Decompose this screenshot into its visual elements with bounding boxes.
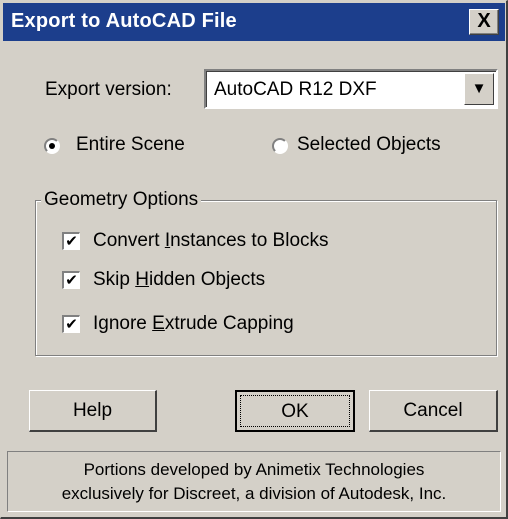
credits-panel: Portions developed by Animetix Technolog…	[7, 451, 501, 512]
checkmark-icon: ✔	[65, 233, 78, 250]
radio-entire-scene-label[interactable]: Entire Scene	[76, 134, 185, 156]
label-part: Convert	[93, 230, 165, 251]
label-part: xtrude Capping	[164, 313, 294, 334]
export-autocad-dialog: Export to AutoCAD File X Export version:…	[0, 0, 508, 519]
ignore-extrude-label[interactable]: Ignore Extrude Capping	[93, 313, 294, 335]
close-icon: X	[477, 10, 491, 32]
help-button[interactable]: Help	[29, 390, 157, 432]
export-version-select[interactable]: AutoCAD R12 DXF ▼	[204, 69, 498, 109]
convert-instances-label[interactable]: Convert Instances to Blocks	[93, 230, 329, 252]
title-bar[interactable]: Export to AutoCAD File X	[3, 3, 505, 41]
convert-instances-checkbox[interactable]: ✔	[62, 232, 80, 250]
window-title: Export to AutoCAD File	[11, 10, 237, 32]
ignore-extrude-checkbox[interactable]: ✔	[62, 315, 80, 333]
export-version-value: AutoCAD R12 DXF	[214, 79, 377, 100]
mnemonic: E	[152, 313, 165, 334]
checkmark-icon: ✔	[65, 316, 78, 333]
export-version-label: Export version:	[45, 79, 172, 100]
credits-line-1: Portions developed by Animetix Technolog…	[83, 460, 425, 479]
checkmark-icon: ✔	[65, 272, 78, 289]
label-part: nstances to Blocks	[170, 230, 329, 251]
label-part: Skip	[93, 269, 136, 290]
close-button[interactable]: X	[469, 9, 499, 35]
geometry-options-title: Geometry Options	[41, 189, 202, 211]
skip-hidden-checkbox[interactable]: ✔	[62, 271, 80, 289]
label-part: Ignore	[93, 313, 153, 334]
radio-selected-dot	[49, 143, 55, 149]
credits-line-2: exclusively for Discreet, a division of …	[61, 484, 447, 503]
dropdown-arrow-button[interactable]: ▼	[464, 73, 494, 105]
chevron-down-icon: ▼	[471, 80, 487, 97]
mnemonic: H	[135, 269, 149, 290]
focus-rect	[240, 395, 350, 427]
skip-hidden-label[interactable]: Skip Hidden Objects	[93, 269, 265, 291]
label-part: idden Objects	[148, 269, 266, 290]
cancel-button[interactable]: Cancel	[369, 390, 498, 432]
ok-button[interactable]: OK	[235, 390, 355, 432]
radio-selected-objects-label[interactable]: Selected Objects	[297, 134, 441, 156]
radio-entire-scene[interactable]	[44, 138, 60, 154]
radio-selected-objects[interactable]	[272, 138, 288, 154]
